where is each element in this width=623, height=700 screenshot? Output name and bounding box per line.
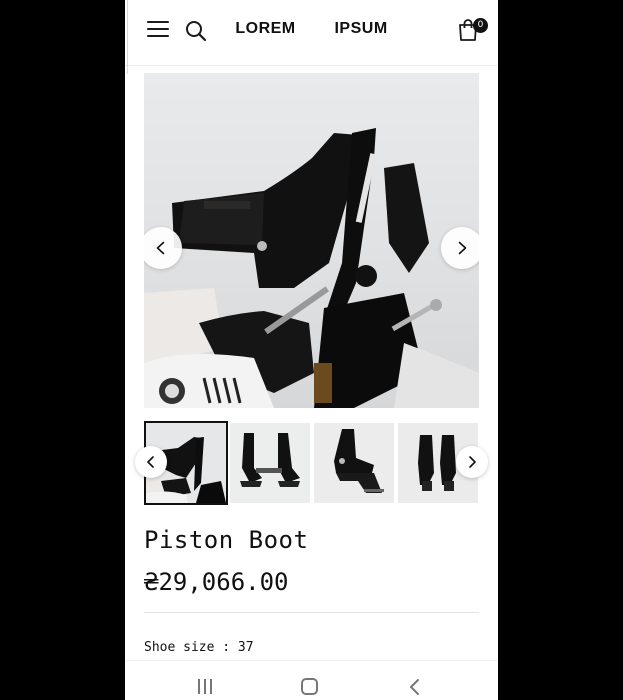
home-icon[interactable]	[301, 678, 318, 695]
divider	[144, 612, 479, 613]
thumbnail-3[interactable]	[314, 423, 394, 503]
main-product-image[interactable]	[144, 73, 479, 408]
chevron-right-icon[interactable]	[456, 446, 488, 478]
boot-illustration	[144, 128, 479, 408]
recent-apps-icon[interactable]	[197, 679, 213, 695]
back-icon[interactable]	[407, 677, 423, 697]
thumbnail-strip	[144, 421, 479, 507]
thumbnail-2[interactable]	[230, 423, 310, 503]
cart-count-badge: 0	[473, 18, 488, 33]
product-title: Piston Boot	[144, 526, 309, 554]
site-header: LOREM IPSUM 0	[125, 0, 498, 74]
shoe-size-value[interactable]: 37	[238, 640, 254, 655]
phone-screen: LOREM IPSUM 0 Piston Boot ₴29,066.00 Sho…	[125, 0, 498, 700]
chevron-left-icon[interactable]	[135, 446, 167, 478]
site-logo[interactable]: LOREM IPSUM	[125, 20, 498, 38]
shoe-size-row: Shoe size : 37	[144, 640, 254, 655]
shoe-size-label: Shoe size :	[144, 640, 238, 655]
product-price: ₴29,066.00	[144, 568, 289, 596]
system-nav-bar	[125, 660, 498, 700]
chevron-right-icon[interactable]	[441, 227, 479, 269]
